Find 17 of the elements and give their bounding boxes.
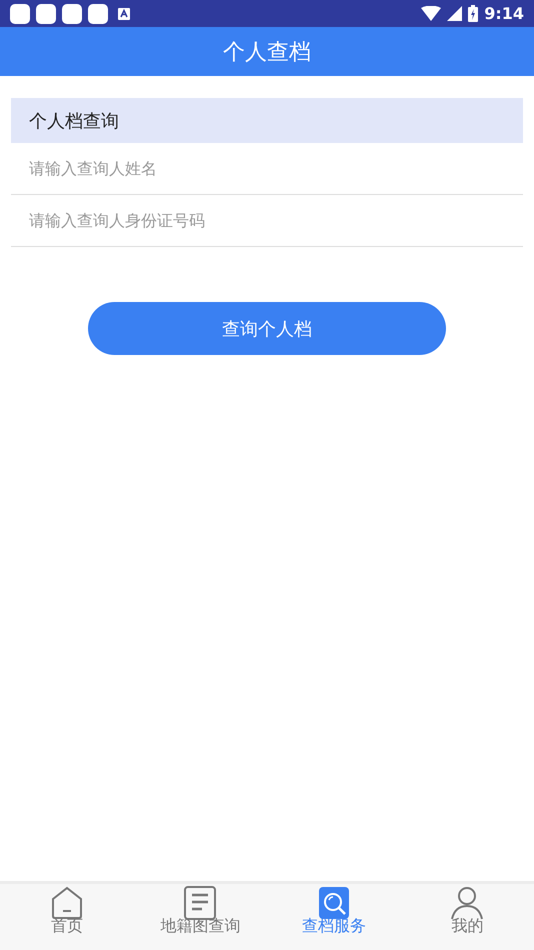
page-title: 个人查档 — [223, 38, 311, 66]
query-button[interactable]: 查询个人档 — [88, 302, 446, 355]
clock-time: 9:14 — [484, 4, 524, 23]
keyboard-icon — [118, 8, 130, 20]
battery-icon — [468, 5, 478, 22]
signal-icon — [447, 6, 462, 21]
search-icon — [318, 886, 350, 920]
home-icon — [50, 886, 83, 920]
notification-icon — [88, 4, 108, 24]
section-title: 个人档查询 — [29, 110, 119, 132]
wifi-icon — [421, 6, 442, 21]
notification-icon — [62, 4, 82, 24]
notification-icon — [10, 4, 30, 24]
notification-icon — [36, 4, 56, 24]
tab[interactable]: 查档服务 — [267, 884, 400, 950]
tab[interactable]: 首页 — [0, 884, 134, 950]
tab[interactable]: 我的 — [400, 884, 534, 950]
